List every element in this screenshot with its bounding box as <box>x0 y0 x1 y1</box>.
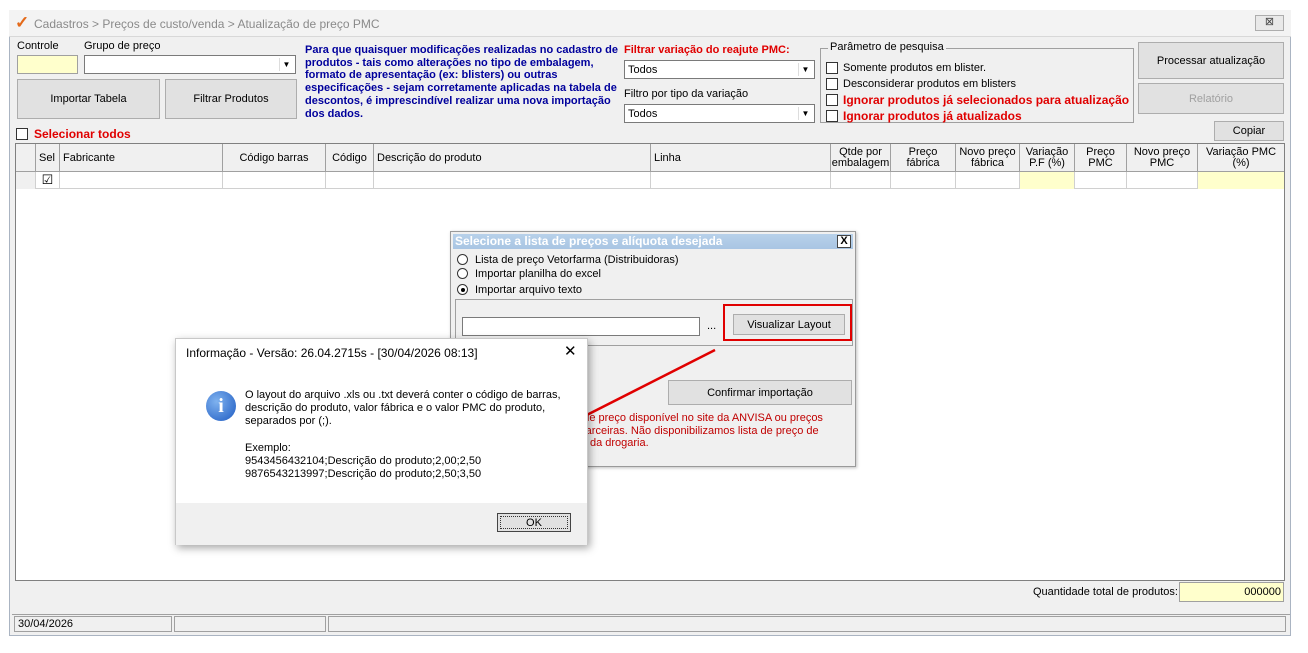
status-panel-3 <box>328 616 1286 632</box>
cell-variacao-pmc <box>1198 172 1284 189</box>
status-bar: 30/04/2026 <box>12 614 1290 632</box>
grid-header: Sel Fabricante Código barras Código Desc… <box>16 144 1284 172</box>
cell-qtde <box>831 172 891 189</box>
breadcrumb: Cadastros > Preços de custo/venda > Atua… <box>34 17 380 31</box>
status-panel-2 <box>174 616 326 632</box>
option-text-radio[interactable] <box>457 284 468 295</box>
example-line: 9543456432104;Descrição do produto;2,00;… <box>245 455 482 467</box>
grid-header-indicator <box>16 144 36 172</box>
message-box-title: Informação - Versão: 26.04.2715s - [30/0… <box>186 346 478 360</box>
import-dialog-close-button[interactable]: X <box>837 235 851 248</box>
report-button[interactable]: Relatório <box>1138 83 1284 114</box>
option-vetorfarma-label: Lista de preço Vetorfarma (Distribuidora… <box>475 254 679 266</box>
filter-products-button[interactable]: Filtrar Produtos <box>165 79 297 119</box>
option-excel-label: Importar planilha do excel <box>475 268 601 280</box>
cell-codigo <box>326 172 374 189</box>
import-table-button[interactable]: Importar Tabela <box>17 79 160 119</box>
param-label-blister: Somente produtos em blister. <box>843 62 987 74</box>
col-preco-pmc[interactable]: Preço PMC <box>1075 144 1127 172</box>
col-codigo-barras[interactable]: Código barras <box>223 144 326 172</box>
select-all-checkbox[interactable] <box>16 128 28 140</box>
param-checkbox-blister[interactable] <box>826 62 838 74</box>
controle-label: Controle <box>17 40 59 52</box>
col-qtde-embalagem[interactable]: Qtde por embalagem <box>831 144 891 172</box>
col-linha[interactable]: Linha <box>651 144 831 172</box>
col-sel[interactable]: Sel <box>36 144 60 172</box>
chevron-down-icon: ▼ <box>798 63 812 76</box>
param-label-ignore-updated: Ignorar produtos já atualizados <box>843 109 1022 123</box>
col-variacao-pf[interactable]: Variação P.F (%) <box>1020 144 1075 172</box>
highlight-box <box>723 304 852 341</box>
filter-tipo-value: Todos <box>628 108 658 120</box>
window-close-button[interactable]: ⊠ <box>1255 15 1284 31</box>
table-row[interactable]: ☑ <box>16 172 1284 189</box>
cell-variacao-pf <box>1020 172 1075 189</box>
option-vetorfarma-radio[interactable] <box>457 254 468 265</box>
cell-preco-fabrica <box>891 172 956 189</box>
message-box-close-icon[interactable]: ✕ <box>564 342 577 360</box>
col-variacao-pmc[interactable]: Variação PMC (%) <box>1198 144 1284 172</box>
param-checkbox-ignore-selected[interactable] <box>826 94 838 106</box>
select-all-label: Selecionar todos <box>34 127 131 141</box>
col-novo-preco-pmc[interactable]: Novo preço PMC <box>1127 144 1198 172</box>
message-text: O layout do arquivo .xls ou .txt deverá … <box>245 389 561 427</box>
option-excel-radio[interactable] <box>457 268 468 279</box>
example-label: Exemplo: <box>245 442 291 454</box>
grupo-preco-select[interactable]: ▼ <box>84 55 296 74</box>
cell-novo-preco-fabrica <box>956 172 1020 189</box>
col-novo-preco-fabrica[interactable]: Novo preço fábrica <box>956 144 1020 172</box>
col-descricao[interactable]: Descrição do produto <box>374 144 651 172</box>
filter-tipo-label: Filtro por tipo da variação <box>624 88 749 100</box>
chevron-down-icon: ▼ <box>279 58 293 71</box>
param-checkbox-ignore-updated[interactable] <box>826 110 838 122</box>
param-label-no-blister: Desconsiderar produtos em blisters <box>843 78 1017 90</box>
total-value: 000000 <box>1179 582 1284 602</box>
process-update-button[interactable]: Processar atualização <box>1138 42 1284 79</box>
cell-linha <box>651 172 831 189</box>
info-text: Para que quaisquer modificações realizad… <box>305 44 619 120</box>
col-preco-fabrica[interactable]: Preço fábrica <box>891 144 956 172</box>
browse-button[interactable]: ... <box>707 320 716 332</box>
ok-button[interactable]: OK <box>497 513 571 532</box>
option-text-label: Importar arquivo texto <box>475 284 582 296</box>
file-path-input[interactable] <box>462 317 700 336</box>
note-line: ura da drogaria. <box>571 437 649 449</box>
info-icon: i <box>206 391 236 421</box>
copy-button[interactable]: Copiar <box>1214 121 1284 141</box>
cell-fabricante <box>60 172 223 189</box>
chevron-down-icon: ▼ <box>798 107 812 120</box>
filter-tipo-select[interactable]: Todos ▼ <box>624 104 815 123</box>
filter-pmc-label: Filtrar variação do reajute PMC: <box>624 44 790 56</box>
param-label-ignore-selected: Ignorar produtos já selecionados para at… <box>843 93 1130 107</box>
example-line: 9876543213997;Descrição do produto;2,50;… <box>245 468 482 480</box>
import-dialog-title: Selecione a lista de preços e alíquota d… <box>453 234 853 249</box>
row-sel-checkbox[interactable]: ☑ <box>36 172 60 189</box>
col-codigo[interactable]: Código <box>326 144 374 172</box>
filter-pmc-select[interactable]: Todos ▼ <box>624 60 815 79</box>
col-fabricante[interactable]: Fabricante <box>60 144 223 172</box>
total-label: Quantidade total de produtos: <box>1033 586 1178 598</box>
status-date: 30/04/2026 <box>14 616 172 632</box>
cell-preco-pmc <box>1075 172 1127 189</box>
filter-pmc-value: Todos <box>628 64 658 76</box>
params-legend: Parâmetro de pesquisa <box>828 41 946 53</box>
cell-codigo-barras <box>223 172 326 189</box>
controle-field[interactable] <box>17 55 78 74</box>
cell-novo-preco-pmc <box>1127 172 1198 189</box>
app-logo-icon: ✓ <box>15 13 30 32</box>
param-checkbox-no-blister[interactable] <box>826 78 838 90</box>
grupo-preco-label: Grupo de preço <box>84 40 161 52</box>
cell-descricao <box>374 172 651 189</box>
row-indicator <box>16 172 36 189</box>
